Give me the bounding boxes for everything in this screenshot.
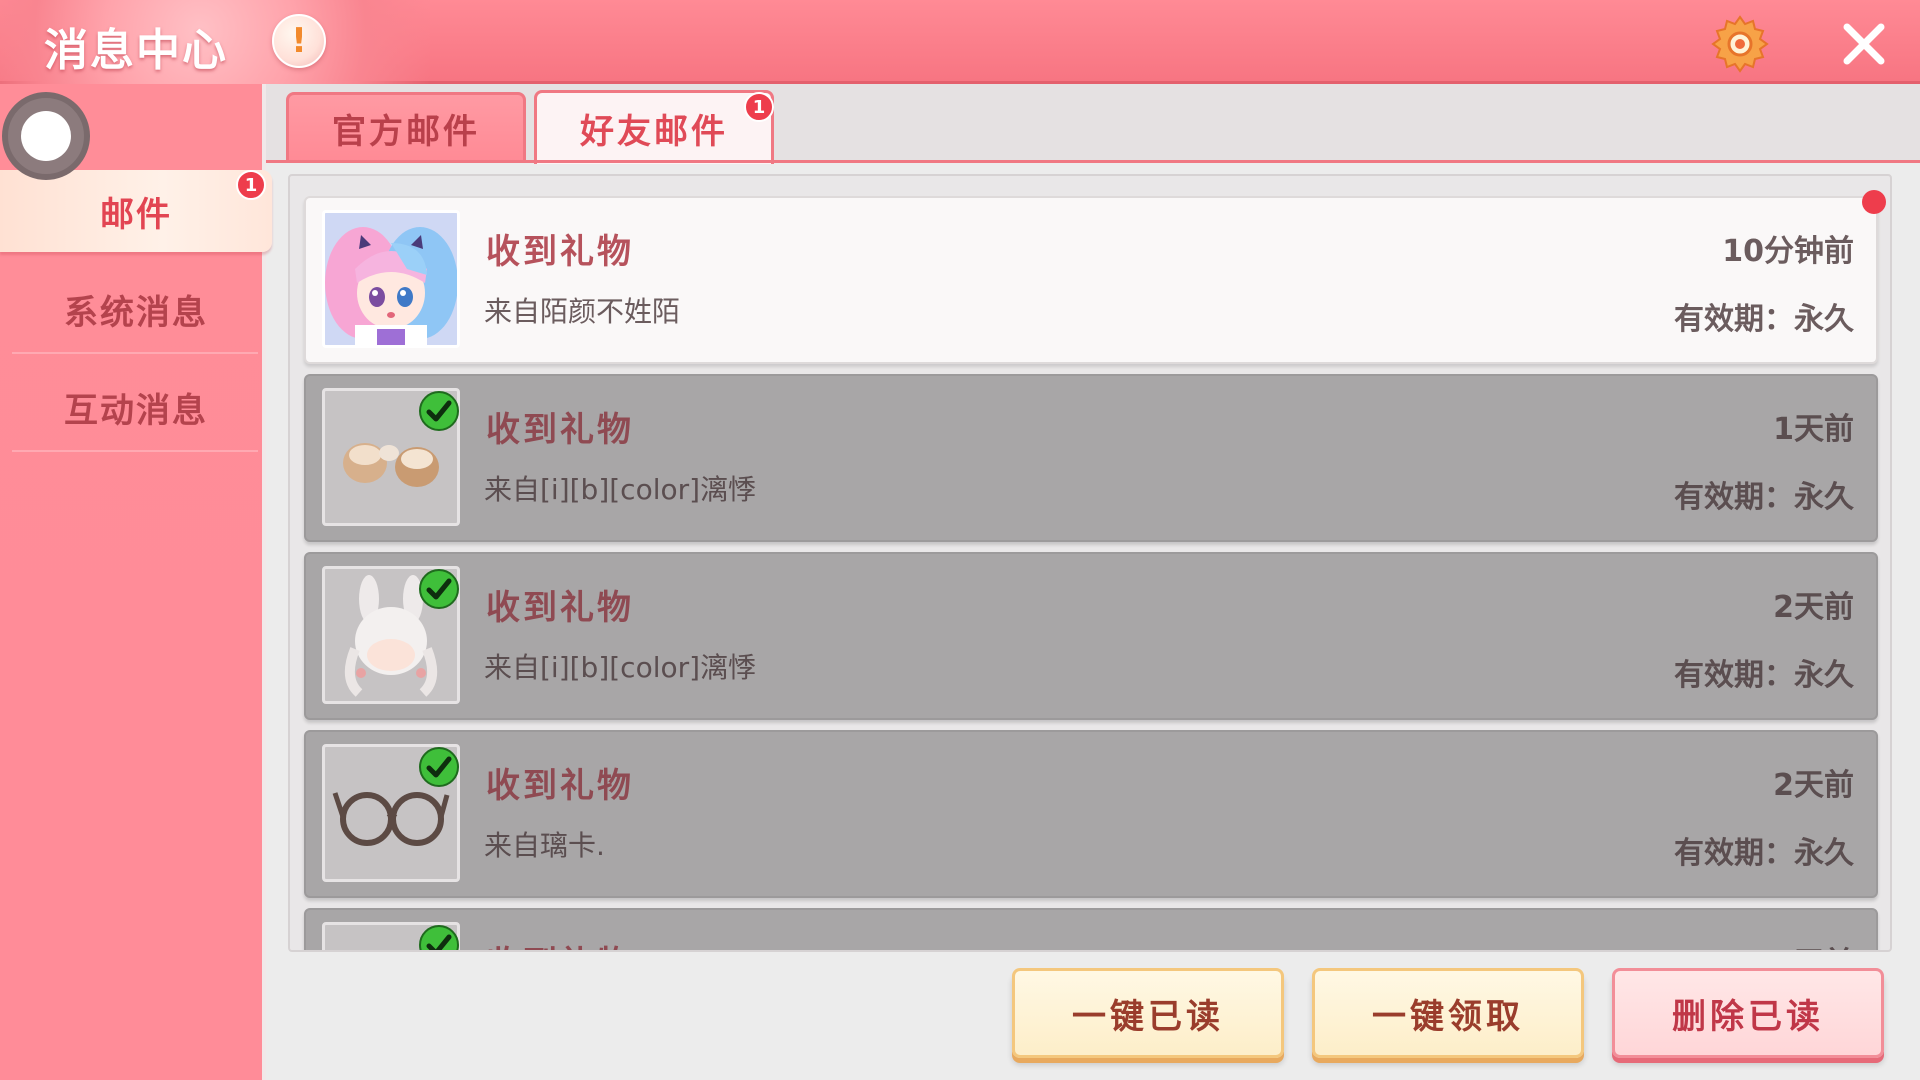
mail-time: 2天前 — [1773, 938, 1854, 950]
unread-dot — [1862, 190, 1886, 214]
avatar-dot — [21, 111, 71, 161]
tab-underline — [266, 160, 1920, 163]
sender-avatar-image — [322, 210, 460, 348]
mail-sender: 来自璃卡. — [484, 829, 605, 862]
mail-validity: 有效期：永久 — [1674, 480, 1854, 515]
close-button[interactable] — [1836, 16, 1892, 72]
mail-item[interactable]: 收到礼物 2天前 — [304, 908, 1878, 950]
mail-sender: 来自陌颜不姓陌 — [484, 295, 681, 328]
friend-mail-badge: 1 — [744, 92, 774, 122]
mail-validity: 有效期：永久 — [1674, 836, 1854, 871]
avatar[interactable] — [2, 92, 90, 180]
divider — [12, 352, 258, 354]
mail-item[interactable]: 收到礼物 来自璃卡. 2天前 有效期：永久 — [304, 730, 1878, 898]
sidebar-item-mail[interactable]: 邮件 — [0, 170, 272, 252]
sidebar-item-label: 互动消息 — [64, 390, 208, 431]
tab-label: 官方邮件 — [332, 112, 480, 152]
page-title: 消息中心 — [44, 25, 228, 76]
divider — [12, 450, 258, 452]
mail-time: 2天前 — [1773, 768, 1854, 803]
checkmark-icon — [419, 747, 459, 787]
checkmark-icon — [419, 391, 459, 431]
info-button[interactable]: ! — [272, 14, 326, 68]
mail-item[interactable]: 收到礼物 来自[i][b][color]漓悸 1天前 有效期：永久 — [304, 374, 1878, 542]
sidebar-item-label: 邮件 — [100, 194, 172, 235]
settings-button[interactable] — [1708, 12, 1772, 76]
mail-validity: 有效期：永久 — [1674, 302, 1854, 337]
mail-list[interactable]: 收到礼物 来自陌颜不姓陌 10分钟前 有效期：永久 收到礼物 来自[i][b][… — [288, 174, 1892, 952]
title-bar: 消息中心 ! — [0, 0, 1920, 84]
mail-validity: 有效期：永久 — [1674, 658, 1854, 693]
tab-label: 好友邮件 — [580, 112, 728, 152]
tab-official-mail[interactable]: 官方邮件 — [286, 92, 526, 162]
mail-title: 收到礼物 — [486, 588, 634, 628]
tab-friend-mail[interactable]: 好友邮件 — [534, 90, 774, 164]
checkmark-icon — [419, 569, 459, 609]
mail-time: 2天前 — [1773, 590, 1854, 625]
mail-sender: 来自[i][b][color]漓悸 — [484, 473, 757, 506]
mail-sender: 来自[i][b][color]漓悸 — [484, 651, 757, 684]
claim-all-button[interactable]: 一键领取 — [1312, 968, 1584, 1058]
character-avatar-icon — [325, 213, 457, 345]
exclamation-icon: ! — [291, 21, 307, 61]
mail-time: 1天前 — [1773, 412, 1854, 447]
checkmark-icon — [419, 925, 459, 950]
sidebar-item-label: 系统消息 — [64, 292, 208, 333]
mark-all-read-button[interactable]: 一键已读 — [1012, 968, 1284, 1058]
mail-item[interactable]: 收到礼物 来自陌颜不姓陌 10分钟前 有效期：永久 — [304, 196, 1878, 364]
sidebar-item-system-messages[interactable]: 系统消息 — [0, 268, 272, 350]
mail-title: 收到礼物 — [486, 766, 634, 806]
sidebar: 邮件 1 系统消息 互动消息 — [0, 84, 272, 1080]
sidebar-item-interaction-messages[interactable]: 互动消息 — [0, 366, 272, 448]
mail-time: 10分钟前 — [1722, 234, 1854, 269]
mail-badge: 1 — [236, 170, 266, 200]
mail-title: 收到礼物 — [486, 410, 634, 450]
mail-title: 收到礼物 — [486, 232, 634, 272]
mail-item[interactable]: 收到礼物 来自[i][b][color]漓悸 2天前 有效期：永久 — [304, 552, 1878, 720]
delete-read-button[interactable]: 删除已读 — [1612, 968, 1884, 1058]
mail-title: 收到礼物 — [486, 936, 634, 950]
gear-icon — [1711, 15, 1769, 73]
close-icon — [1843, 23, 1885, 65]
